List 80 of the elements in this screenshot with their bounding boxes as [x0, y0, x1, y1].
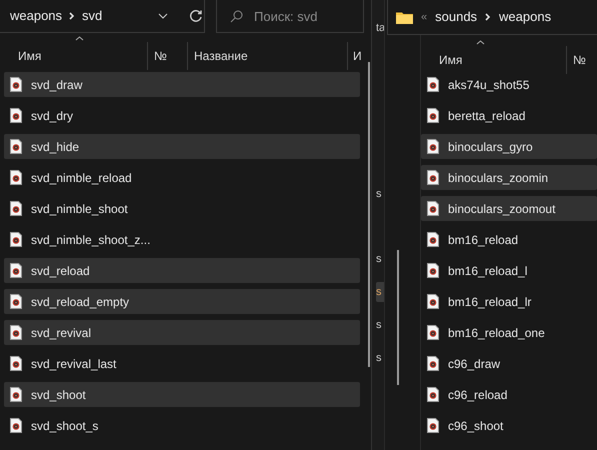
audio-file-icon [427, 108, 439, 123]
file-name: c96_draw [448, 356, 500, 372]
audio-file-icon [427, 201, 439, 216]
audio-file-icon [427, 77, 439, 92]
sort-ascending-icon [476, 40, 485, 45]
audio-file-icon [427, 294, 439, 309]
file-name: c96_shoot [448, 418, 504, 434]
audio-file-icon [10, 139, 22, 154]
overflow-chevrons[interactable]: « [421, 8, 428, 26]
audio-file-icon [10, 108, 22, 123]
audio-file-icon [427, 418, 439, 433]
file-row[interactable]: svd_draw [4, 72, 360, 97]
address-bar[interactable]: weapons svd [0, 0, 205, 33]
file-row[interactable]: binoculars_gyro [421, 134, 597, 159]
audio-file-icon [10, 170, 22, 185]
audio-file-icon [10, 325, 22, 340]
search-field[interactable]: Поиск: svd [216, 0, 364, 33]
breadcrumb-separator-icon [485, 13, 492, 21]
column-header[interactable]: № [148, 42, 188, 70]
refresh-icon[interactable] [189, 9, 203, 23]
file-name: svd_nimble_shoot_z... [31, 232, 150, 248]
dropdown-chevron-icon[interactable] [158, 13, 168, 19]
file-name: svd_dry [31, 108, 74, 124]
file-name: binoculars_zoomout [448, 200, 556, 218]
audio-file-icon [10, 77, 22, 92]
audio-file-icon [10, 263, 22, 278]
breadcrumb-item[interactable]: weapons [499, 7, 552, 27]
audio-file-icon [427, 387, 439, 402]
file-name: binoculars_gyro [448, 138, 533, 156]
file-name: svd_shoot [31, 386, 86, 404]
file-name: svd_shoot_s [31, 418, 98, 434]
audio-file-icon [10, 387, 22, 402]
audio-file-icon [427, 139, 439, 154]
breadcrumb-separator-icon [69, 12, 76, 20]
breadcrumb-item[interactable]: svd [82, 6, 102, 26]
file-name: svd_draw [31, 76, 82, 94]
file-row[interactable]: svd_hide [4, 134, 360, 159]
file-name: svd_nimble_shoot [31, 200, 128, 218]
audio-file-icon [10, 294, 22, 309]
breadcrumb-item[interactable]: sounds [435, 7, 478, 27]
audio-file-icon [427, 325, 439, 340]
column-header[interactable]: И [348, 42, 368, 70]
column-header[interactable]: № [567, 46, 591, 74]
search-icon [230, 10, 243, 23]
address-bar[interactable]: « sounds weapons [387, 0, 597, 35]
scrollbar-thumb[interactable] [397, 250, 399, 385]
sort-ascending-icon [75, 36, 84, 41]
file-name: svd_nimble_reload [31, 170, 132, 186]
file-row[interactable]: binoculars_zoomin [421, 165, 597, 190]
file-name: bm16_reload_lr [448, 294, 532, 310]
column-header[interactable]: Название [188, 42, 348, 70]
file-row[interactable]: svd_reload_empty [4, 289, 360, 314]
file-row[interactable]: svd_shoot [4, 382, 360, 407]
folder-icon [396, 10, 413, 24]
file-name: bm16_reload_l [448, 262, 528, 280]
file-name: svd_revival [31, 324, 92, 342]
audio-file-icon [427, 356, 439, 371]
file-name: c96_reload [448, 386, 508, 404]
file-name: svd_revival_last [31, 356, 116, 372]
file-row[interactable]: binoculars_zoomout [421, 196, 597, 221]
file-name: aks74u_shot55 [448, 76, 530, 94]
audio-file-icon [10, 356, 22, 371]
breadcrumb-item[interactable]: weapons [10, 6, 62, 26]
scrollbar-thumb[interactable] [368, 62, 370, 367]
file-row[interactable]: svd_reload [4, 258, 360, 283]
file-name: bm16_reload_one [448, 324, 545, 342]
column-header[interactable]: Имя [0, 42, 148, 70]
file-name: binoculars_zoomin [448, 170, 548, 186]
file-name: svd_reload [31, 262, 90, 280]
audio-file-icon [10, 201, 22, 216]
audio-file-icon [427, 170, 439, 185]
file-row[interactable]: svd_revival [4, 320, 360, 345]
file-name: svd_reload_empty [31, 294, 130, 310]
file-name: bm16_reload [448, 232, 518, 248]
audio-file-icon [10, 232, 22, 247]
file-name: beretta_reload [448, 108, 526, 124]
audio-file-icon [427, 232, 439, 247]
file-name: svd_hide [31, 138, 80, 156]
audio-file-icon [10, 418, 22, 433]
audio-file-icon [427, 263, 439, 278]
